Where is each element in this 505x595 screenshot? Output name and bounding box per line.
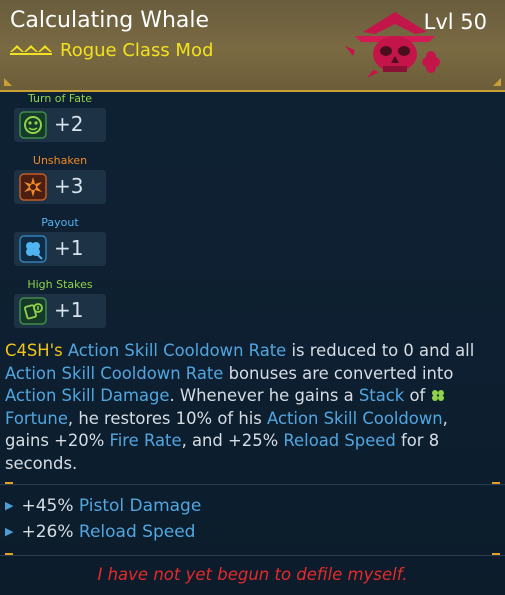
desc-text: bonuses are converted into xyxy=(223,363,454,383)
skill-value-box: +1 xyxy=(14,294,106,328)
keyword: Action Skill Cooldown xyxy=(267,408,443,428)
keyword: Reload Speed xyxy=(283,431,396,450)
high-stakes-icon xyxy=(19,297,47,325)
payout-icon xyxy=(19,235,47,263)
stat-bonus: ▶ +45% Pistol Damage xyxy=(5,496,201,516)
item-card: Calculating Whale Rogue Class Mod Lvl 50 xyxy=(0,0,505,595)
skill-value-box: +1 xyxy=(14,232,106,266)
bonus-stat: Pistol Damage xyxy=(78,496,202,516)
skill-value: +1 xyxy=(54,236,84,260)
stat-bonus: ▶ +26% Reload Speed xyxy=(5,522,195,542)
section-divider xyxy=(0,553,505,556)
flavor-text: I have not yet begun to defile myself. xyxy=(97,565,408,584)
class-mod-skull-icon xyxy=(345,12,440,78)
bullet-arrow-icon: ▶ xyxy=(5,499,14,512)
corner-bracket-icon xyxy=(4,78,12,86)
skill-value: +2 xyxy=(54,112,84,136)
skill-value: +1 xyxy=(54,298,84,322)
item-type: Rogue Class Mod xyxy=(60,40,214,61)
skill-value: +3 xyxy=(54,174,84,198)
bonus-amount: +45% xyxy=(21,496,74,516)
keyword: Stack xyxy=(358,386,405,405)
bonus-stat: Reload Speed xyxy=(78,522,196,542)
rarity-chevrons-icon xyxy=(10,45,52,55)
desc-text: , and +25% xyxy=(181,431,284,450)
skill-name: High Stakes xyxy=(27,278,93,291)
skill-value-box: +2 xyxy=(14,108,106,142)
corner-bracket-icon xyxy=(493,78,501,86)
keyword: Fortune xyxy=(5,408,68,428)
bonus-amount: +26% xyxy=(21,522,74,542)
desc-text: is reduced to 0 and all xyxy=(286,341,475,360)
skill-name: Unshaken xyxy=(32,154,88,167)
character-name: C4SH's xyxy=(5,341,63,360)
desc-text: , he restores 10% of his xyxy=(67,408,268,428)
fortune-clover-icon xyxy=(432,390,445,401)
skill-name: Payout xyxy=(41,216,79,229)
item-description: C4SH's Action Skill Cooldown Rate is red… xyxy=(5,340,495,475)
desc-text: of xyxy=(404,386,431,405)
item-header: Calculating Whale Rogue Class Mod Lvl 50 xyxy=(0,0,505,92)
skill-value-box: +3 xyxy=(14,170,106,204)
unshaken-icon xyxy=(19,173,47,201)
item-title: Calculating Whale xyxy=(10,8,210,33)
keyword: Action Skill Cooldown Rate xyxy=(67,341,287,360)
keyword: Action Skill Cooldown Rate xyxy=(5,363,224,383)
keyword: Action Skill Damage xyxy=(5,386,170,405)
bullet-arrow-icon: ▶ xyxy=(5,525,14,538)
desc-text: . Whenever he gains a xyxy=(169,386,359,405)
turn-of-fate-icon xyxy=(19,111,47,139)
skill-name: Turn of Fate xyxy=(27,92,93,105)
keyword: Fire Rate xyxy=(109,431,182,450)
section-divider xyxy=(0,482,505,485)
